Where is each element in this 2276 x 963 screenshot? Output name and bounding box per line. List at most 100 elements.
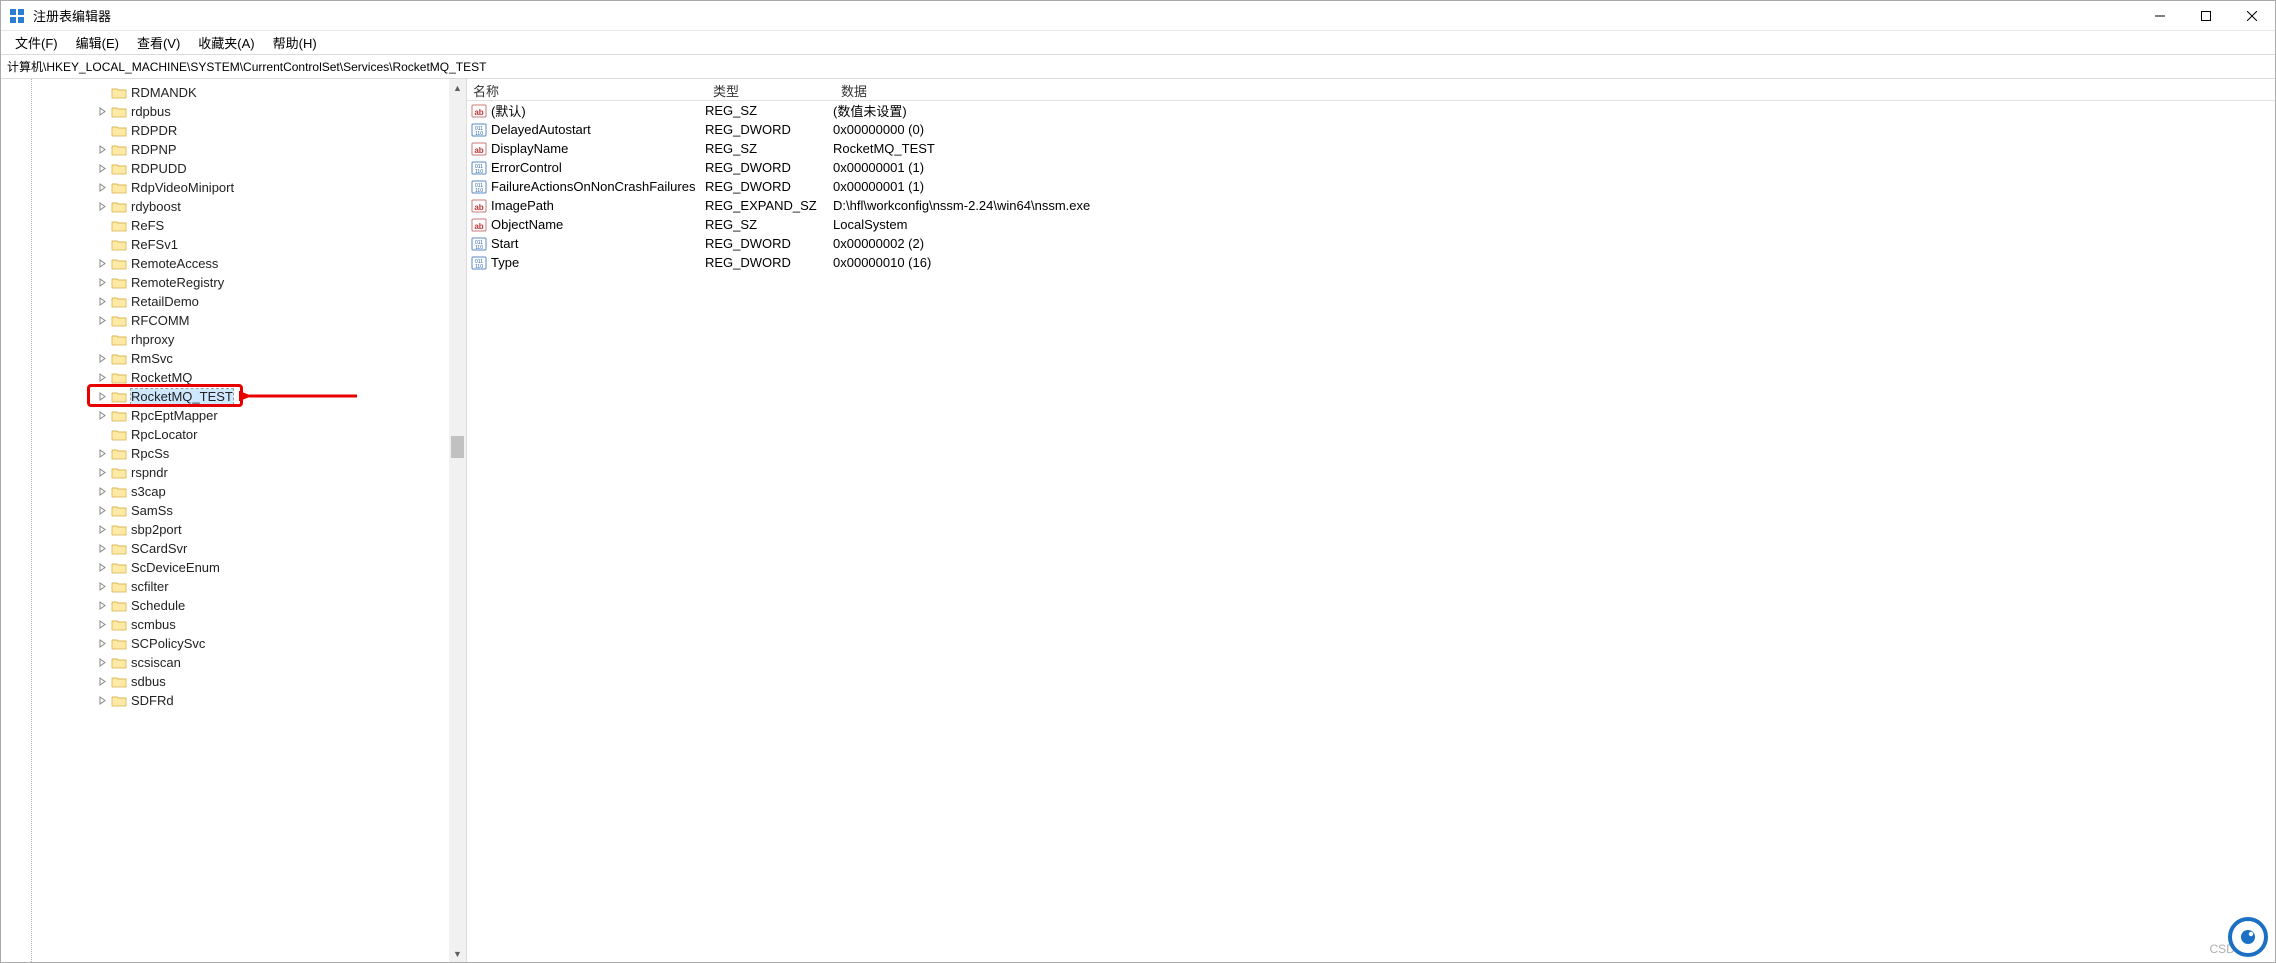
expand-toggle[interactable] — [95, 656, 109, 670]
tree-item[interactable]: ReFS — [93, 216, 449, 235]
tree-item[interactable]: scmbus — [93, 615, 449, 634]
tree-item[interactable]: RemoteRegistry — [93, 273, 449, 292]
expand-toggle[interactable] — [95, 599, 109, 613]
tree-item[interactable]: RemoteAccess — [93, 254, 449, 273]
maximize-button[interactable] — [2183, 1, 2229, 31]
values-list[interactable]: ab(默认)REG_SZ(数值未设置)011110DelayedAutostar… — [467, 101, 2275, 962]
value-row[interactable]: 011110StartREG_DWORD0x00000002 (2) — [467, 234, 2275, 253]
tree-item[interactable]: ReFSv1 — [93, 235, 449, 254]
tree-item[interactable]: RpcLocator — [93, 425, 449, 444]
column-header-data[interactable]: 数据 — [835, 79, 2275, 100]
expand-toggle[interactable] — [95, 447, 109, 461]
expand-toggle[interactable] — [95, 257, 109, 271]
tree-item[interactable]: rdpbus — [93, 102, 449, 121]
expand-toggle[interactable] — [95, 523, 109, 537]
expand-toggle[interactable] — [95, 694, 109, 708]
tree-item[interactable]: RFCOMM — [93, 311, 449, 330]
tree-item[interactable]: RdpVideoMiniport — [93, 178, 449, 197]
expand-toggle[interactable] — [95, 618, 109, 632]
tree-view[interactable]: RDMANDK rdpbusRDPDRRDPNPRDPUDDRdpVideoMin… — [93, 79, 449, 962]
tree-item[interactable]: rdyboost — [93, 197, 449, 216]
tree-item-label: rspndr — [131, 465, 168, 480]
menu-favorites[interactable]: 收藏夹(A) — [190, 31, 262, 54]
value-data: D:\hfl\workconfig\nssm-2.24\win64\nssm.e… — [833, 198, 2275, 213]
tree-item-label: RDMANDK — [131, 85, 197, 100]
menu-file[interactable]: 文件(F) — [7, 31, 66, 54]
address-bar[interactable]: 计算机\HKEY_LOCAL_MACHINE\SYSTEM\CurrentCon… — [1, 55, 2275, 79]
tree-item[interactable]: RpcSs — [93, 444, 449, 463]
expand-toggle[interactable] — [95, 200, 109, 214]
expand-toggle[interactable] — [95, 580, 109, 594]
scroll-track[interactable] — [449, 96, 466, 945]
tree-item[interactable]: sdbus — [93, 672, 449, 691]
scroll-up-button[interactable]: ▲ — [449, 79, 466, 96]
expand-toggle[interactable] — [95, 485, 109, 499]
scroll-down-button[interactable]: ▼ — [449, 945, 466, 962]
value-row[interactable]: abImagePathREG_EXPAND_SZD:\hfl\workconfi… — [467, 196, 2275, 215]
expand-toggle[interactable] — [95, 409, 109, 423]
expand-toggle[interactable] — [95, 105, 109, 119]
svg-text:110: 110 — [475, 188, 483, 194]
tree-item[interactable]: RetailDemo — [93, 292, 449, 311]
tree-item[interactable]: s3cap — [93, 482, 449, 501]
expand-toggle[interactable] — [95, 561, 109, 575]
expand-toggle[interactable] — [95, 371, 109, 385]
expand-toggle[interactable] — [95, 143, 109, 157]
expand-toggle[interactable] — [95, 295, 109, 309]
value-type: REG_DWORD — [705, 179, 833, 194]
binary-value-icon: 011110 — [471, 179, 487, 195]
expand-toggle[interactable] — [95, 352, 109, 366]
tree-item[interactable]: Schedule — [93, 596, 449, 615]
expand-toggle[interactable] — [95, 162, 109, 176]
expand-toggle[interactable] — [95, 637, 109, 651]
tree-item[interactable]: SDFRd — [93, 691, 449, 710]
tree-scrollbar[interactable]: ▲ ▼ — [449, 79, 466, 962]
value-row[interactable]: 011110DelayedAutostartREG_DWORD0x0000000… — [467, 120, 2275, 139]
expand-toggle[interactable] — [95, 675, 109, 689]
tree-pane: RDMANDK rdpbusRDPDRRDPNPRDPUDDRdpVideoMin… — [1, 79, 467, 962]
column-header-type[interactable]: 类型 — [707, 79, 835, 100]
svg-text:110: 110 — [475, 169, 483, 175]
close-button[interactable] — [2229, 1, 2275, 31]
value-type: REG_DWORD — [705, 160, 833, 175]
expand-toggle[interactable] — [95, 314, 109, 328]
svg-text:ab: ab — [474, 222, 483, 231]
expand-toggle[interactable] — [95, 504, 109, 518]
value-row[interactable]: 011110TypeREG_DWORD0x00000010 (16) — [467, 253, 2275, 272]
expand-toggle[interactable] — [95, 542, 109, 556]
folder-icon — [111, 447, 127, 461]
expand-toggle[interactable] — [95, 390, 109, 404]
minimize-button[interactable] — [2137, 1, 2183, 31]
tree-item[interactable]: RocketMQ — [93, 368, 449, 387]
column-header-name[interactable]: 名称 — [467, 79, 707, 100]
tree-item[interactable]: sbp2port — [93, 520, 449, 539]
menu-view[interactable]: 查看(V) — [129, 31, 188, 54]
tree-item[interactable]: RDMANDK — [93, 83, 449, 102]
expand-toggle[interactable] — [95, 466, 109, 480]
tree-item[interactable]: RpcEptMapper — [93, 406, 449, 425]
tree-item[interactable]: scsiscan — [93, 653, 449, 672]
tree-item[interactable]: RocketMQ_TEST — [93, 387, 449, 406]
tree-item[interactable]: SCPolicySvc — [93, 634, 449, 653]
tree-item[interactable]: rspndr — [93, 463, 449, 482]
value-row[interactable]: 011110ErrorControlREG_DWORD0x00000001 (1… — [467, 158, 2275, 177]
value-row[interactable]: ab(默认)REG_SZ(数值未设置) — [467, 101, 2275, 120]
value-row[interactable]: abDisplayNameREG_SZRocketMQ_TEST — [467, 139, 2275, 158]
menu-help[interactable]: 帮助(H) — [265, 31, 325, 54]
scroll-thumb[interactable] — [451, 436, 464, 458]
value-row[interactable]: abObjectNameREG_SZLocalSystem — [467, 215, 2275, 234]
value-name: Type — [491, 255, 705, 270]
tree-item[interactable]: RDPNP — [93, 140, 449, 159]
tree-item[interactable]: scfilter — [93, 577, 449, 596]
menu-edit[interactable]: 编辑(E) — [68, 31, 127, 54]
value-row[interactable]: 011110FailureActionsOnNonCrashFailuresRE… — [467, 177, 2275, 196]
expand-toggle[interactable] — [95, 181, 109, 195]
tree-item[interactable]: rhproxy — [93, 330, 449, 349]
tree-item[interactable]: RDPUDD — [93, 159, 449, 178]
tree-item[interactable]: RmSvc — [93, 349, 449, 368]
tree-item[interactable]: RDPDR — [93, 121, 449, 140]
tree-item[interactable]: ScDeviceEnum — [93, 558, 449, 577]
expand-toggle[interactable] — [95, 276, 109, 290]
tree-item[interactable]: SCardSvr — [93, 539, 449, 558]
tree-item[interactable]: SamSs — [93, 501, 449, 520]
